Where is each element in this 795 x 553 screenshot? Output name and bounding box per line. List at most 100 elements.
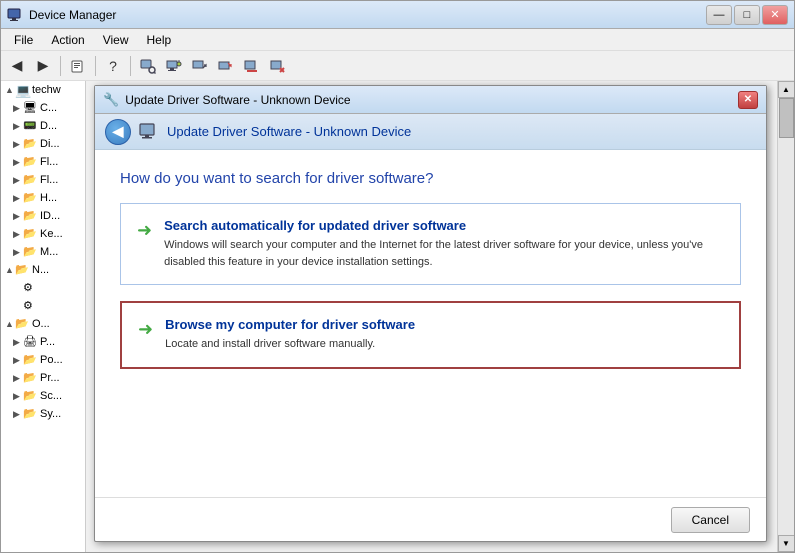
rollback-btn[interactable] [214,54,238,78]
device-icon: 📟 [23,119,37,133]
scroll-thumb[interactable] [779,98,794,138]
list-item[interactable]: ▶ 🖥 C... [1,99,85,117]
folder-icon: 📂 [15,263,29,277]
tree-item-root[interactable]: ▲ 💻 techw [1,81,85,99]
tree-label: P... [40,336,55,348]
window-title: Device Manager [29,8,706,22]
toolbar-separator-2 [95,56,96,76]
close-button[interactable]: ✕ [762,5,788,25]
scroll-track[interactable] [778,98,794,535]
folder-icon: 📂 [23,389,37,403]
toolbar-separator-3 [130,56,131,76]
folder-icon: 📂 [23,191,37,205]
uninstall-btn[interactable] [266,54,290,78]
computer-icon: 💻 [15,83,29,97]
folder-icon: 📂 [23,371,37,385]
dialog-area: 🔧 Update Driver Software - Unknown Devic… [86,81,777,552]
expand-icon: ▶ [13,175,23,186]
list-item[interactable]: ▶ 📂 Sc... [1,387,85,405]
minimize-button[interactable]: — [706,5,732,25]
cancel-button[interactable]: Cancel [671,507,750,533]
tree-label: O... [32,318,50,330]
device-icon: ⚙ [23,299,37,313]
forward-toolbar-btn[interactable]: ▶ [31,54,55,78]
manual-option-content: Browse my computer for driver software L… [165,317,415,353]
manual-browse-option[interactable]: ➜ Browse my computer for driver software… [120,301,741,369]
list-item[interactable]: ▶ 📂 Fl... [1,171,85,189]
scroll-down-button[interactable]: ▼ [778,535,795,552]
tree-label: Di... [40,138,60,150]
disable-btn[interactable] [240,54,264,78]
tree-label: Sy... [40,408,61,420]
expand-icon: ▶ [13,103,23,114]
tree-panel: ▲ 💻 techw ▶ 🖥 C... ▶ 📟 D... ▶ 📂 Di... ▶ [1,81,86,552]
back-button[interactable]: ◀ [105,119,131,145]
scan-btn[interactable] [136,54,160,78]
list-item[interactable]: ▶ 📂 Sy... [1,405,85,423]
expand-icon: ▶ [13,409,23,420]
tree-label: Ke... [40,228,63,240]
tree-label: ID... [40,210,60,222]
folder-icon: 📂 [23,353,37,367]
menu-file[interactable]: File [5,30,42,50]
expand-icon: ▶ [13,121,23,132]
tree-label: D... [40,120,57,132]
menu-bar: File Action View Help [1,29,794,51]
auto-option-content: Search automatically for updated driver … [164,218,724,270]
list-item[interactable]: ▶ 📂 H... [1,189,85,207]
folder-icon: 📂 [23,173,37,187]
toolbar: ◀ ▶ ? [1,51,794,81]
expand-icon: ▲ [5,319,15,329]
device-icon: ⚙ [23,281,37,295]
device-icon: 🖥 [23,101,37,115]
dialog-nav-bar: ◀ Update Driver Software - Unknown Devic… [95,114,766,150]
title-bar: Device Manager — □ ✕ [1,1,794,29]
expand-icon: ▶ [13,211,23,222]
tree-label: Fl... [40,174,58,186]
expand-icon: ▶ [13,337,23,348]
device-manager-window: Device Manager — □ ✕ File Action View He… [0,0,795,553]
list-item[interactable]: ▶ 📟 D... [1,117,85,135]
list-item[interactable]: ⚙ [1,279,85,297]
list-item[interactable]: ▶ 📂 ID... [1,207,85,225]
expand-icon: ▶ [13,193,23,204]
menu-action[interactable]: Action [42,30,93,50]
properties-btn[interactable] [66,54,90,78]
dialog-title-icon: 🔧 [103,92,119,108]
folder-icon: 📂 [23,227,37,241]
dialog-close-button[interactable]: ✕ [738,91,758,109]
tree-label: Fl... [40,156,58,168]
update-btn[interactable] [188,54,212,78]
folder-icon: 📂 [23,407,37,421]
list-item[interactable]: ▶ 🖨 P... [1,333,85,351]
dialog-title-bar: 🔧 Update Driver Software - Unknown Devic… [95,86,766,114]
auto-option-desc: Windows will search your computer and th… [164,237,724,270]
toolbar-separator-1 [60,56,61,76]
right-scrollbar: ▲ ▼ [777,81,794,552]
device-btn[interactable] [162,54,186,78]
menu-help[interactable]: Help [138,30,181,50]
back-toolbar-btn[interactable]: ◀ [5,54,29,78]
maximize-button[interactable]: □ [734,5,760,25]
list-item[interactable]: ▶ 📂 M... [1,243,85,261]
tree-label: N... [32,264,49,276]
menu-view[interactable]: View [94,30,138,50]
list-item[interactable]: ⚙ [1,297,85,315]
manual-arrow-icon: ➜ [138,319,153,340]
list-item[interactable]: ▶ 📂 Fl... [1,153,85,171]
tree-item-o[interactable]: ▲ 📂 O... [1,315,85,333]
dialog-title-text: Update Driver Software - Unknown Device [125,93,350,107]
list-item[interactable]: ▶ 📂 Ke... [1,225,85,243]
list-item[interactable]: ▶ 📂 Po... [1,351,85,369]
tree-label: M... [40,246,58,258]
auto-search-option[interactable]: ➜ Search automatically for updated drive… [120,203,741,285]
expand-icon: ▶ [13,373,23,384]
help-toolbar-btn[interactable]: ? [101,54,125,78]
list-item[interactable]: ▶ 📂 Di... [1,135,85,153]
window-controls: — □ ✕ [706,5,788,25]
tree-label: techw [32,84,61,96]
list-item[interactable]: ▶ 📂 Pr... [1,369,85,387]
app-icon [7,7,23,23]
scroll-up-button[interactable]: ▲ [778,81,795,98]
tree-item-n[interactable]: ▲ 📂 N... [1,261,85,279]
